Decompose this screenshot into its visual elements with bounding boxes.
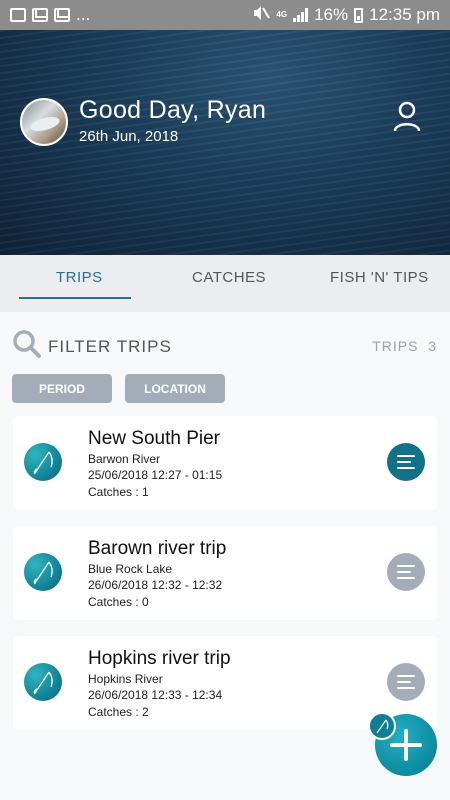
trip-time: 26/06/2018 12:33 - 12:34 [88, 688, 223, 702]
fishing-rod-icon [24, 443, 62, 481]
mail-notification-icon [54, 8, 70, 22]
network-type: 4G [276, 10, 288, 19]
tab-trips[interactable]: TRIPS [56, 269, 103, 286]
trip-location: Hopkins River [88, 672, 163, 686]
location-filter-chip[interactable]: LOCATION [125, 374, 225, 403]
trip-count: TRIPS 3 [372, 338, 437, 354]
tab-catches[interactable]: CATCHES [192, 269, 266, 286]
header-date: 26th Jun, 2018 [79, 128, 179, 145]
mute-icon [252, 5, 271, 26]
header-banner: Good Day, Ryan 26th Jun, 2018 [0, 30, 450, 255]
period-filter-chip[interactable]: PERIOD [12, 374, 112, 403]
more-notifications-indicator: ... [76, 5, 91, 24]
tab-bar: TRIPS CATCHES FISH 'N' TIPS [0, 255, 450, 312]
trip-location: Barwon River [88, 452, 161, 466]
trip-location: Blue Rock Lake [88, 562, 173, 576]
trip-title: New South Pier [88, 428, 221, 449]
greeting-title: Good Day, Ryan [79, 96, 267, 124]
trip-card[interactable]: Barown river trip Blue Rock Lake 26/06/2… [13, 526, 437, 620]
profile-icon[interactable] [392, 100, 422, 134]
fishing-rod-icon [24, 553, 62, 591]
trip-card[interactable]: New South Pier Barwon River 25/06/2018 1… [13, 416, 437, 510]
trip-count-label: TRIPS [372, 338, 419, 354]
mail-notification-icon [32, 8, 48, 22]
avatar[interactable] [20, 98, 68, 146]
fishing-rod-icon [24, 663, 62, 701]
clock: 12:35 pm [369, 5, 440, 24]
trip-title: Barown river trip [88, 538, 227, 559]
trip-catches: Catches : 1 [88, 485, 149, 499]
trip-catches: Catches : 2 [88, 705, 149, 719]
image-notification-icon [10, 8, 26, 22]
trip-title: Hopkins river trip [88, 648, 231, 669]
battery-icon [354, 7, 364, 23]
active-tab-indicator [19, 297, 131, 299]
fishing-rod-badge-icon [368, 712, 396, 740]
battery-percent: 16% [314, 5, 349, 24]
trip-menu-button[interactable] [387, 553, 425, 591]
filter-trips-button[interactable]: FILTER TRIPS [12, 329, 172, 364]
trip-menu-button[interactable] [387, 443, 425, 481]
trip-count-value: 3 [428, 338, 437, 354]
signal-icon [293, 8, 309, 22]
trip-menu-button[interactable] [387, 663, 425, 701]
trip-time: 26/06/2018 12:32 - 12:32 [88, 578, 223, 592]
trip-time: 25/06/2018 12:27 - 01:15 [88, 468, 223, 482]
search-icon [12, 329, 42, 364]
status-bar: ... 4G 16% 12:35 pm [0, 0, 450, 30]
tab-fish-n-tips[interactable]: FISH 'N' TIPS [330, 269, 429, 286]
filter-label: FILTER TRIPS [48, 336, 172, 356]
trip-catches: Catches : 0 [88, 595, 149, 609]
